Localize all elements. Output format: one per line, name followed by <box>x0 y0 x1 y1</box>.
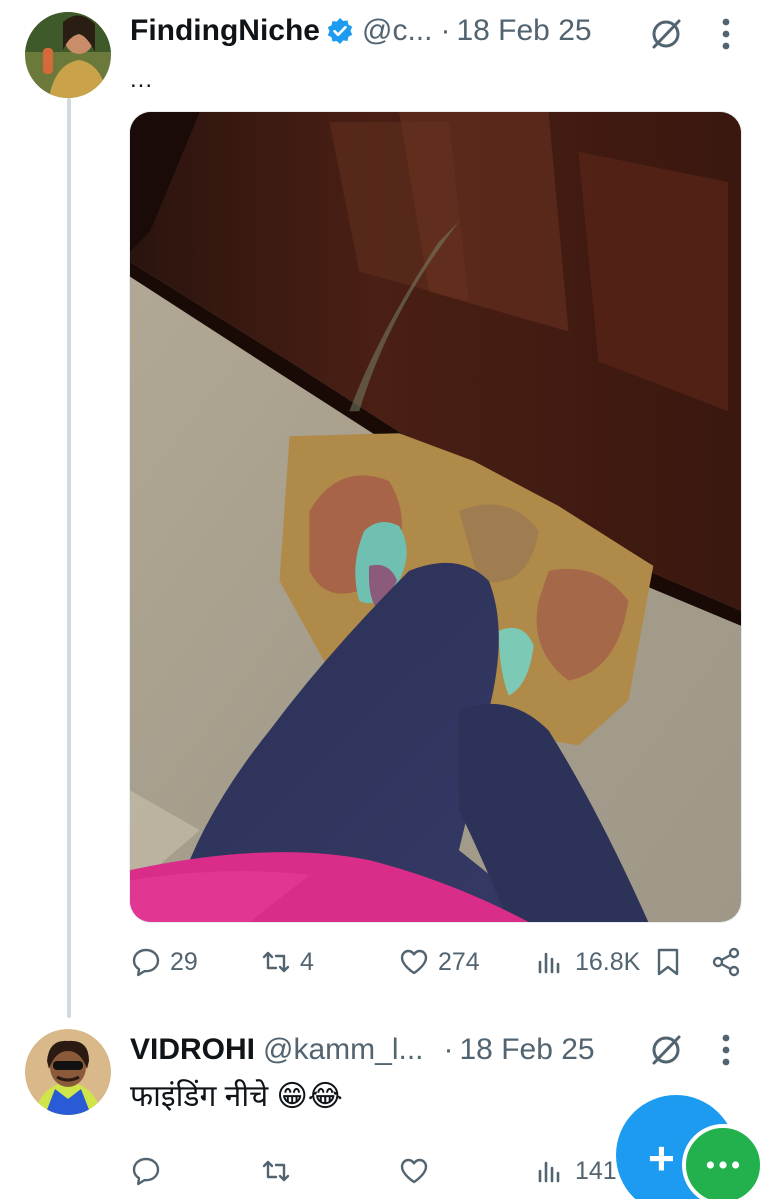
grok-icon[interactable] <box>648 16 684 52</box>
views-button[interactable]: 16.8K <box>535 946 640 978</box>
share-button[interactable] <box>710 946 750 978</box>
thread-connector-line <box>67 98 71 1018</box>
repost-count: 4 <box>300 947 314 976</box>
tweet-header: VIDROHI @kamm_l... · 18 Feb 25 <box>130 1033 595 1067</box>
photo-feet-on-doormat <box>130 112 741 922</box>
compose-plus-icon: + <box>648 1132 675 1184</box>
bookmark-icon <box>657 948 679 976</box>
tweet-media-image[interactable] <box>129 111 742 923</box>
avatar-photo <box>25 12 111 98</box>
tweet-date[interactable]: 18 Feb 25 <box>460 1033 595 1067</box>
repost-button[interactable] <box>260 1155 300 1187</box>
user-handle[interactable]: @kamm_l... <box>263 1033 423 1067</box>
view-count: 16.8K <box>575 947 641 976</box>
user-handle[interactable]: @c... <box>362 14 432 48</box>
separator-dot: · <box>443 1033 454 1066</box>
more-options-icon[interactable] <box>721 17 731 51</box>
views-chart-icon <box>538 952 560 974</box>
bookmark-button[interactable] <box>652 946 692 978</box>
reply-button[interactable]: 29 <box>130 946 198 978</box>
grok-icon[interactable] <box>648 1032 684 1068</box>
views-button[interactable]: 141 <box>535 1155 617 1187</box>
verified-badge-icon <box>326 17 354 45</box>
like-button[interactable]: 274 <box>398 946 480 978</box>
overlay-more-button[interactable] <box>682 1124 764 1199</box>
views-chart-icon <box>538 1161 560 1183</box>
tweet-text: फाइंडिंग नीचे 😁😂 <box>130 1080 343 1113</box>
tweet-actions-bar: 29 4 274 16.8K <box>130 946 750 986</box>
reply-icon <box>132 1157 160 1186</box>
more-options-icon[interactable] <box>721 1033 731 1067</box>
reply-button[interactable] <box>130 1155 170 1187</box>
repost-icon <box>262 951 290 973</box>
avatar-photo <box>25 1029 111 1115</box>
tweet-text: ... <box>130 66 154 93</box>
repost-button[interactable]: 4 <box>260 946 314 978</box>
like-count: 274 <box>438 947 480 976</box>
reply-icon <box>132 948 160 977</box>
share-icon <box>712 947 740 977</box>
tweet-header: FindingNiche @c... · 18 Feb 25 <box>130 14 592 48</box>
ellipsis-icon <box>706 1161 740 1169</box>
separator-dot: · <box>440 14 451 47</box>
repost-icon <box>262 1160 290 1182</box>
like-button[interactable] <box>398 1155 438 1187</box>
heart-icon <box>400 1158 428 1184</box>
tweet-date[interactable]: 18 Feb 25 <box>456 14 591 48</box>
display-name[interactable]: FindingNiche <box>130 14 320 48</box>
reply-count: 29 <box>170 947 198 976</box>
avatar[interactable] <box>25 1029 111 1115</box>
view-count: 141 <box>575 1156 617 1185</box>
avatar[interactable] <box>25 12 111 98</box>
heart-icon <box>400 949 428 975</box>
display-name[interactable]: VIDROHI <box>130 1033 255 1067</box>
